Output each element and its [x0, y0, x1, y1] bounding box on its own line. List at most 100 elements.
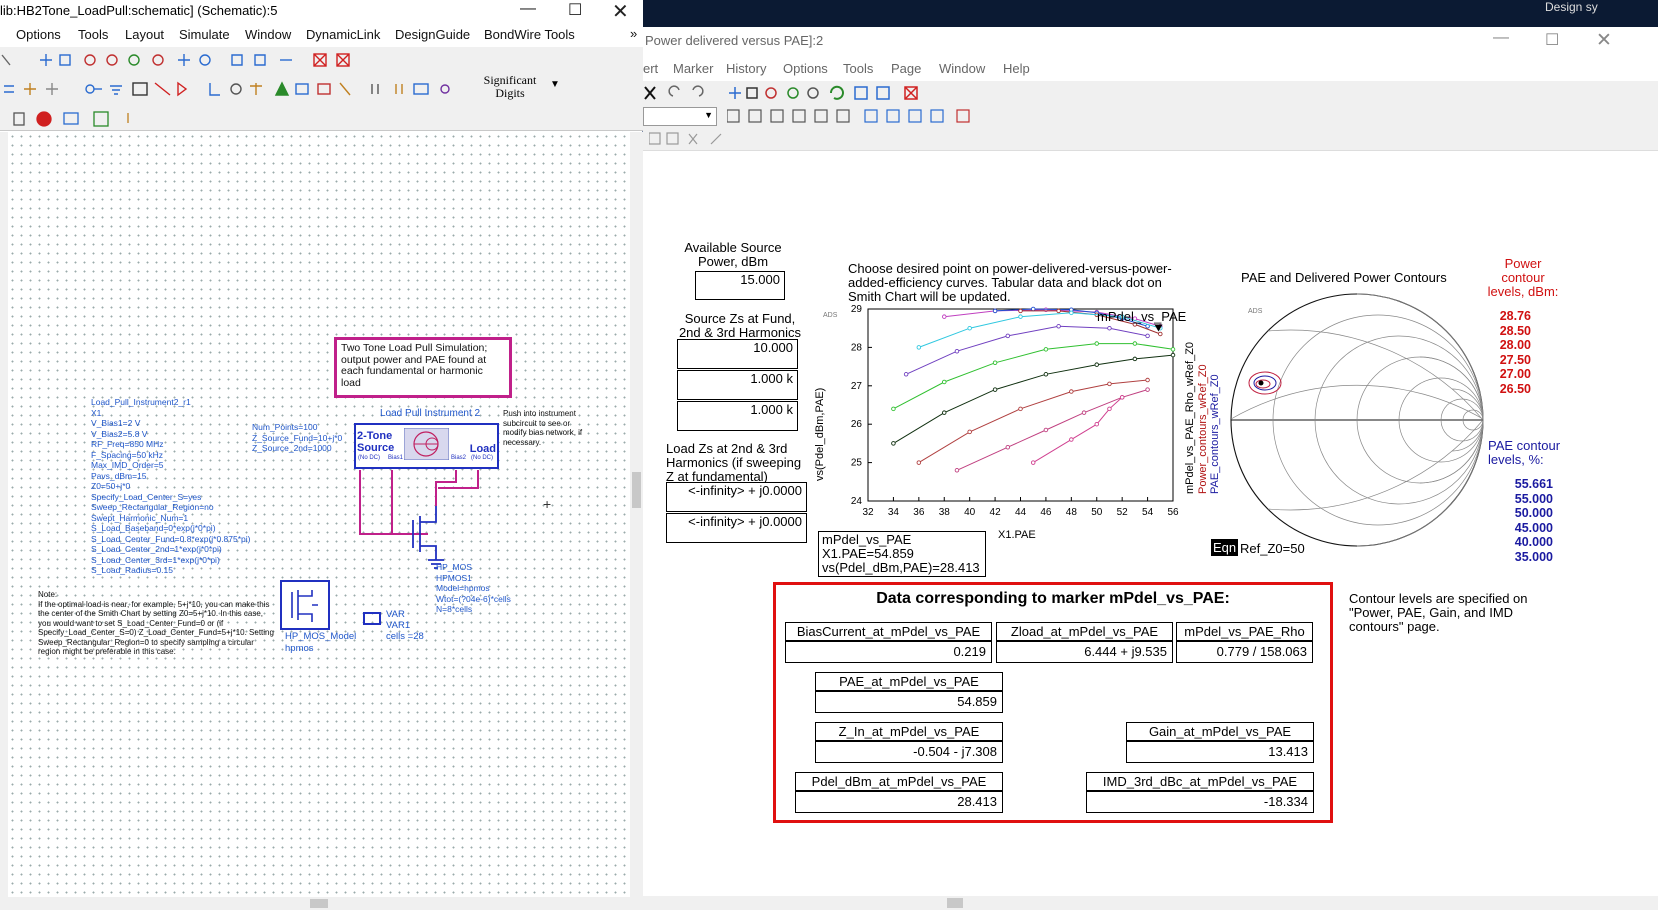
- series-point-4: [954, 348, 960, 354]
- schematic-title-bar: lib:HB2Tone_LoadPull:schematic] (Schemat…: [0, 0, 643, 23]
- power-level: 28.50: [1499, 323, 1531, 338]
- x-tick-label: 50: [1091, 507, 1103, 518]
- menu-designguide[interactable]: DesignGuide: [395, 27, 470, 42]
- series-point-7: [1107, 381, 1112, 387]
- chart-ylabel: vs(Pdel_dBm,PAE): [814, 387, 826, 481]
- schematic-window: lib:HB2Tone_LoadPull:schematic] (Schemat…: [0, 0, 643, 910]
- data-display-page[interactable]: Available Source Power, dBm 15.000 Sourc…: [643, 151, 1658, 896]
- schematic-toolbar-3: [0, 107, 643, 131]
- menu-tools[interactable]: Tools: [843, 61, 873, 76]
- var-block-icon[interactable]: [363, 612, 381, 625]
- schematic-canvas[interactable]: Two Tone Load Pull Simulation; output po…: [8, 132, 630, 897]
- menu-page[interactable]: Page: [891, 61, 921, 76]
- schematic-window-title: lib:HB2Tone_LoadPull:schematic] (Schemat…: [0, 3, 278, 18]
- series-point-5: [1170, 347, 1176, 352]
- source-zs-3rd[interactable]: 1.000 k: [677, 401, 798, 431]
- close-icon[interactable]: ✕: [1596, 29, 1612, 52]
- data-display-title-bar: Power delivered versus PAE]:2 — ☐ ✕: [643, 27, 1658, 57]
- maximize-icon[interactable]: ☐: [1545, 30, 1559, 50]
- data-display-toolbar-2: ▼: [643, 105, 1658, 129]
- transistor-param-line: Wtot=(?04e-6)*cells: [436, 593, 511, 604]
- minimize-icon[interactable]: —: [520, 0, 536, 18]
- model-label: HP_MOS_Model: [285, 631, 357, 642]
- menu-history[interactable]: History: [726, 61, 766, 76]
- power-level: 27.00: [1499, 367, 1531, 381]
- menu-options[interactable]: Options: [783, 61, 828, 76]
- pae-level: 55.000: [1514, 491, 1553, 506]
- push-into-note: Push into instrument subcircuit to see o…: [503, 409, 583, 447]
- horizontal-scroll-thumb[interactable]: [947, 898, 963, 908]
- marker-readout[interactable]: mPdel_vs_PAE X1.PAE=54.859 vs(Pdel_dBm,P…: [818, 531, 986, 577]
- smith-chart[interactable]: [1225, 291, 1495, 555]
- menu-options[interactable]: Options: [16, 27, 61, 42]
- param-line: Swept_Harmonic_Num=1: [91, 512, 189, 523]
- significant-digits-label[interactable]: Significant Digits: [470, 74, 550, 100]
- x-tick-label: 38: [939, 507, 951, 518]
- data-display-horizontal-scrollbar[interactable]: [643, 896, 1658, 910]
- menu-window[interactable]: Window: [245, 27, 291, 42]
- available-source-label: Available Source Power, dBm: [684, 240, 782, 269]
- param-line: F_Spacing=50 kHz: [91, 449, 164, 460]
- menu-marker[interactable]: Marker: [673, 61, 713, 76]
- menu-simulate[interactable]: Simulate: [179, 27, 230, 42]
- chart-xlabel: X1.PAE: [998, 529, 1036, 541]
- page-select[interactable]: ▼: [643, 107, 717, 126]
- maximize-icon[interactable]: ☐: [568, 0, 582, 20]
- x-tick-label: 42: [990, 507, 1002, 518]
- series-point-8: [1145, 387, 1150, 392]
- page-select-dropdown-icon[interactable]: ▼: [704, 110, 713, 120]
- smith-ads-tag: ADS: [1248, 308, 1263, 315]
- menu-window[interactable]: Window: [939, 61, 985, 76]
- horizontal-scroll-thumb[interactable]: [310, 899, 328, 908]
- schematic-vertical-scrollbar[interactable]: [630, 132, 643, 897]
- zload-label: Zload_at_mPdel_vs_PAE: [996, 622, 1173, 641]
- series-point-4: [1056, 324, 1061, 329]
- menu-insert[interactable]: ert: [643, 61, 658, 76]
- toolbar-3-icons: [13, 111, 129, 127]
- param-line: Load_Pull_Instrument2_r1: [91, 397, 191, 407]
- power-level: 28.00: [1499, 338, 1531, 352]
- data-display-title: Power delivered versus PAE]:2: [645, 33, 824, 48]
- pdel-vs-pae-chart[interactable]: 32 34 36 38 40 42 44 46 48 50 52 54 56 24 25 26 27 28 29: [803, 301, 1223, 551]
- load-zs-2nd[interactable]: <-infinity> + j0.0000: [666, 482, 807, 512]
- source-param-line: Num_Points=100: [252, 422, 318, 432]
- available-source-value[interactable]: 15.000: [695, 271, 785, 300]
- zload-value: 6.444 + j9.535: [996, 641, 1173, 663]
- menu-bondwire-tools[interactable]: BondWire Tools: [484, 27, 575, 42]
- optimal-load-note: Note: If the optimal load is near, for e…: [38, 590, 274, 656]
- smith-grid: [1230, 293, 1484, 547]
- menu-layout[interactable]: Layout: [125, 27, 164, 42]
- vertical-scroll-thumb[interactable]: [632, 472, 641, 508]
- hp-mos-model-box[interactable]: [280, 580, 330, 630]
- series-point-6: [992, 387, 998, 392]
- series-line-6: [893, 354, 1174, 444]
- ref-z0[interactable]: Ref_Z0=50: [1240, 541, 1305, 556]
- minimize-icon[interactable]: —: [1493, 29, 1509, 47]
- instrument-label: Load Pull Instrument 2: [380, 408, 481, 419]
- load-zs-3rd[interactable]: <-infinity> + j0.0000: [666, 513, 807, 543]
- param-line: Sweep_Rectangular_Region=no: [91, 502, 214, 512]
- note-box[interactable]: Two Tone Load Pull Simulation; output po…: [334, 337, 512, 398]
- smith-chart-icon: [404, 428, 449, 460]
- schematic-horizontal-scrollbar[interactable]: [0, 897, 643, 910]
- power-level: 28.76: [1499, 309, 1531, 323]
- source-zs-2nd[interactable]: 1.000 k: [677, 370, 798, 400]
- x-tick-label: 32: [862, 507, 874, 518]
- contour-note: Contour levels are specified on "Power, …: [1349, 591, 1528, 634]
- power-level: 27.50: [1499, 352, 1531, 367]
- y-tick-label: 27: [851, 381, 863, 392]
- gain-value: 13.413: [1126, 741, 1314, 763]
- significant-digits-dropdown-icon[interactable]: ▼: [550, 79, 560, 90]
- pae-level: 45.000: [1514, 520, 1553, 535]
- schematic-wires[interactable]: [338, 462, 488, 572]
- eqn-label[interactable]: Eqn: [1211, 539, 1239, 556]
- menu-overflow[interactable]: »: [630, 26, 637, 41]
- source-zs-fund[interactable]: 10.000: [677, 339, 798, 369]
- menu-help[interactable]: Help: [1003, 61, 1030, 76]
- menu-tools[interactable]: Tools: [78, 27, 108, 42]
- toolbar-2-icons: [4, 81, 450, 97]
- close-icon[interactable]: ✕: [612, 0, 629, 24]
- menu-dynamiclink[interactable]: DynamicLink: [306, 27, 380, 42]
- power-contour-title: Power contour levels, dBm:: [1487, 256, 1559, 299]
- chart-title: mPdel_vs_PAE: [1097, 309, 1187, 324]
